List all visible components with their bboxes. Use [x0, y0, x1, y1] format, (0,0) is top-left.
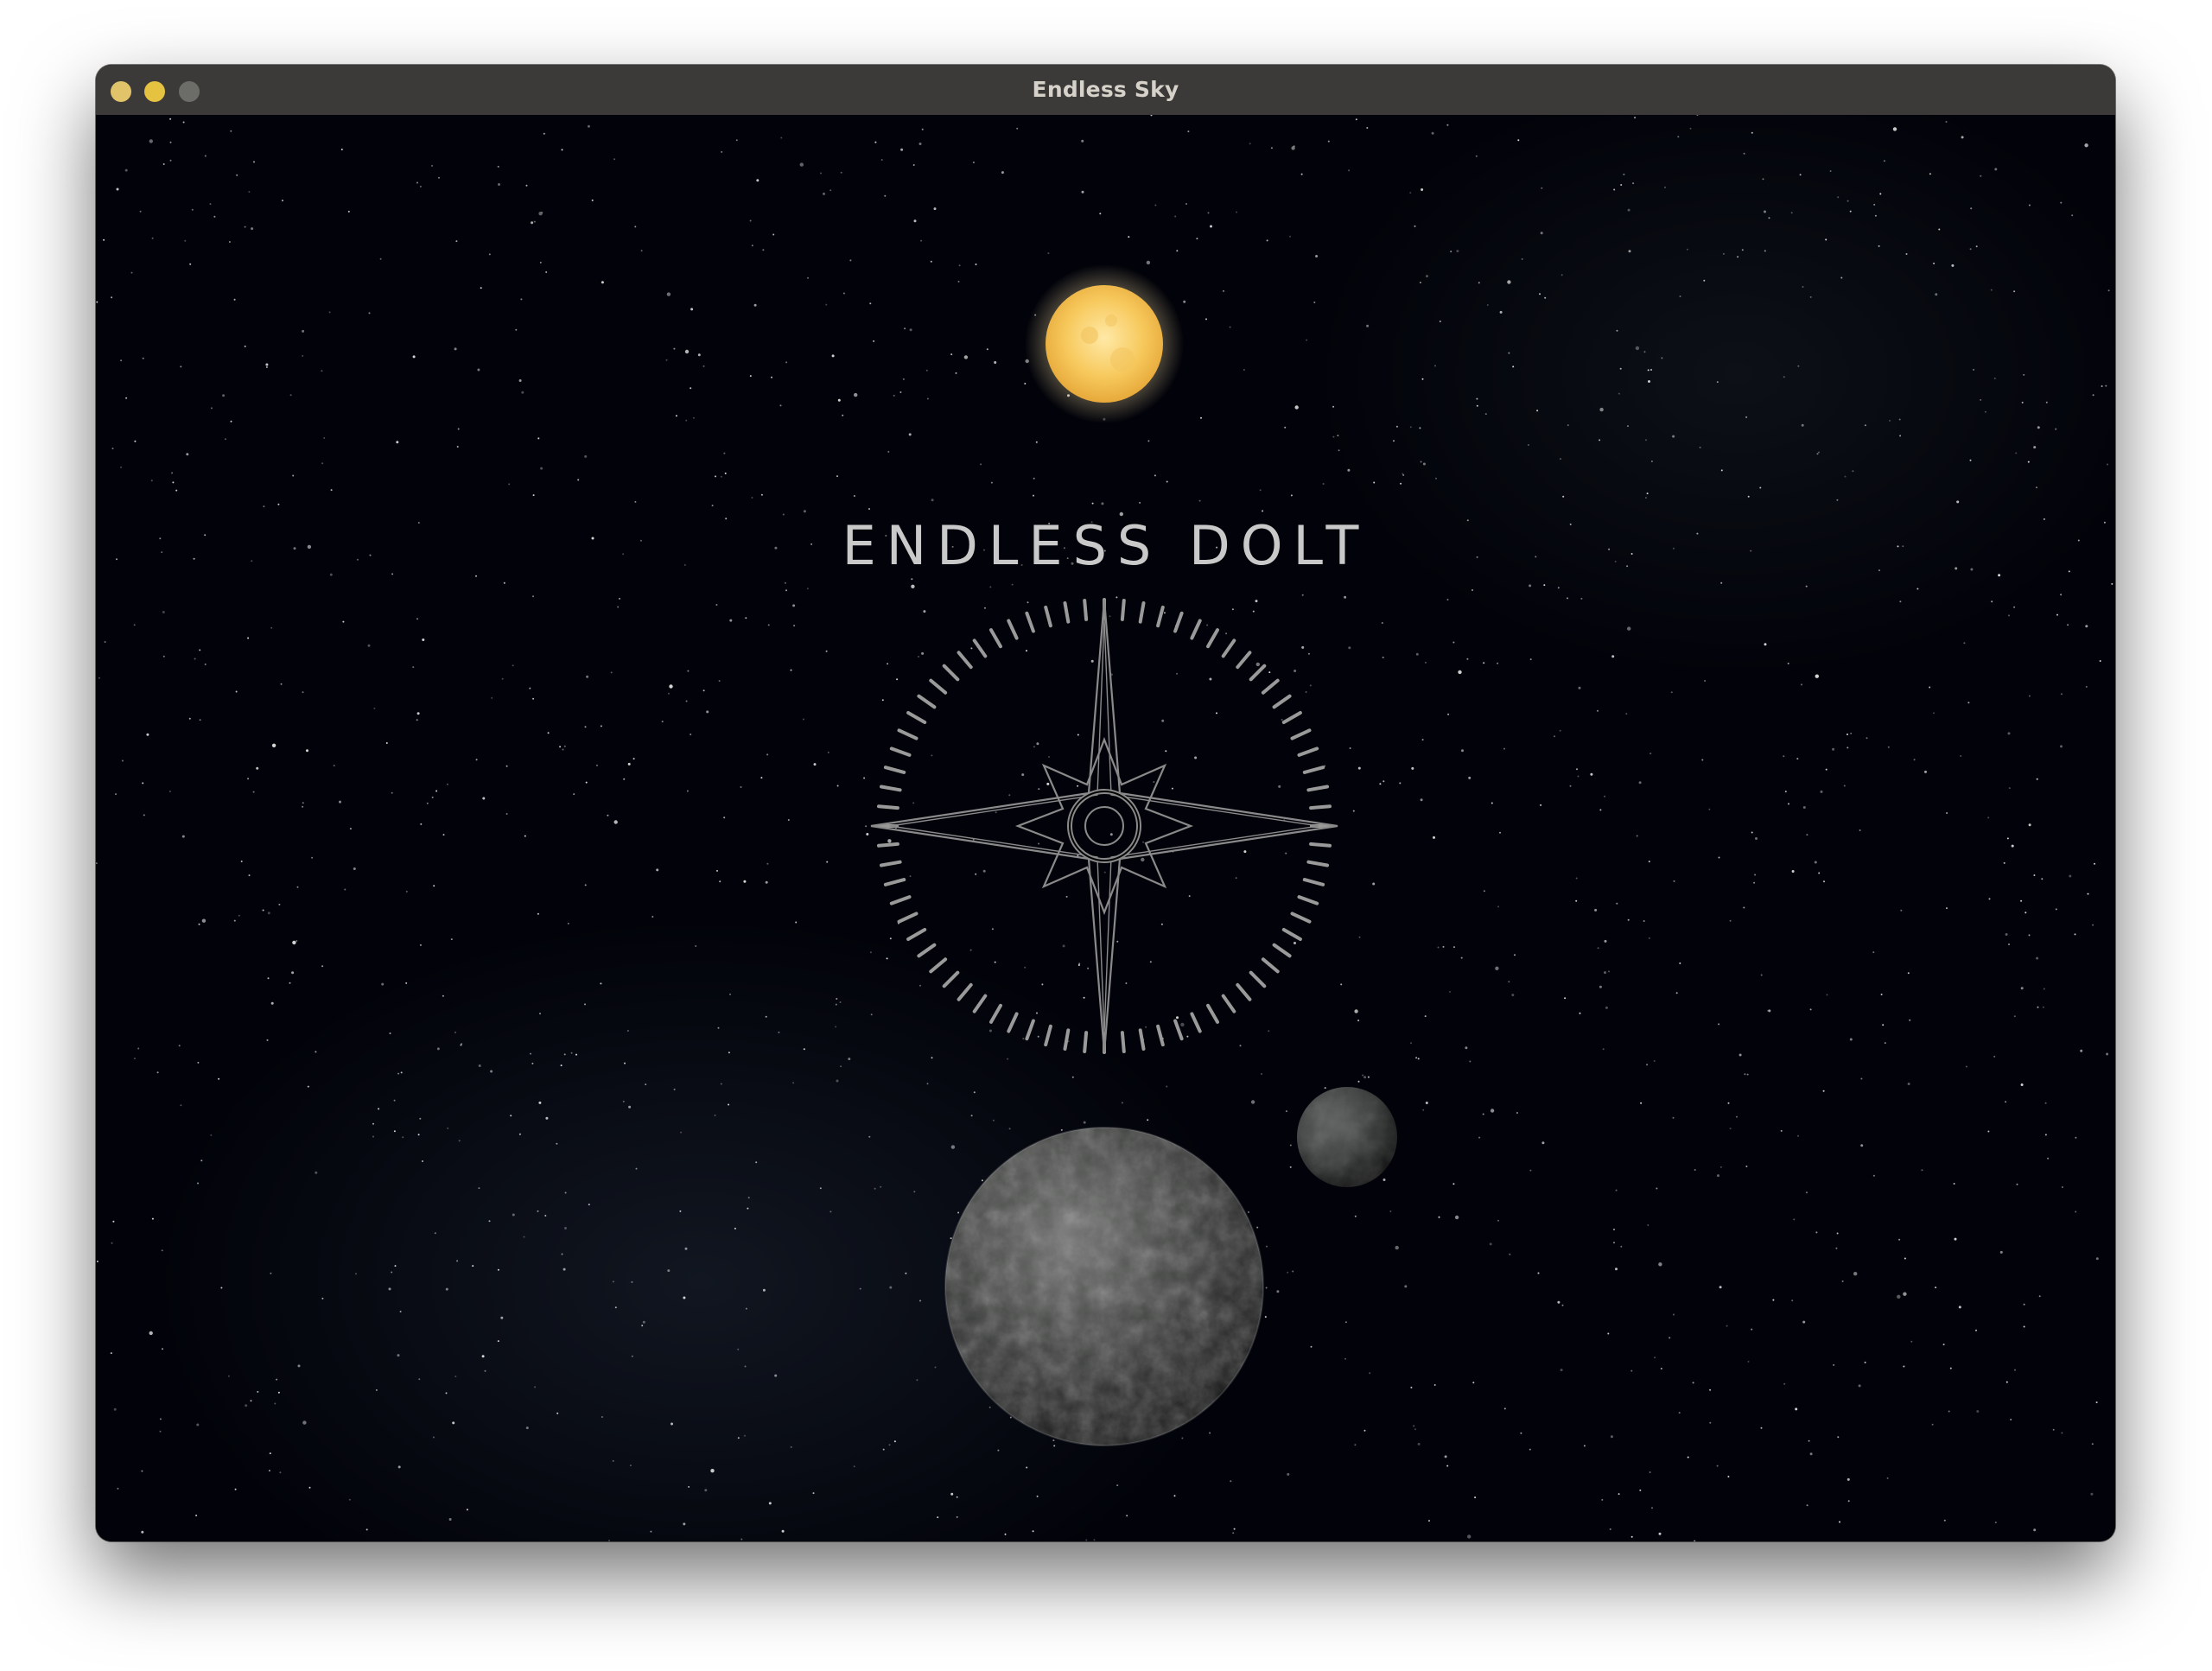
- moon-icon: [1297, 1087, 1397, 1187]
- title-bar[interactable]: Endless Sky: [96, 65, 2115, 116]
- window-title: Endless Sky: [1032, 77, 1179, 102]
- scene-art: [870, 264, 1397, 1446]
- game-viewport[interactable]: ENDLESS DOLT: [96, 115, 2115, 1541]
- sun-icon: [1025, 264, 1184, 423]
- game-logo-title: ENDLESS DOLT: [842, 514, 1370, 577]
- planet-icon: [944, 1127, 1264, 1446]
- game-window: Endless Sky ENDLESS DOLT: [96, 65, 2115, 1541]
- compass-emblem-icon: [870, 598, 1338, 1054]
